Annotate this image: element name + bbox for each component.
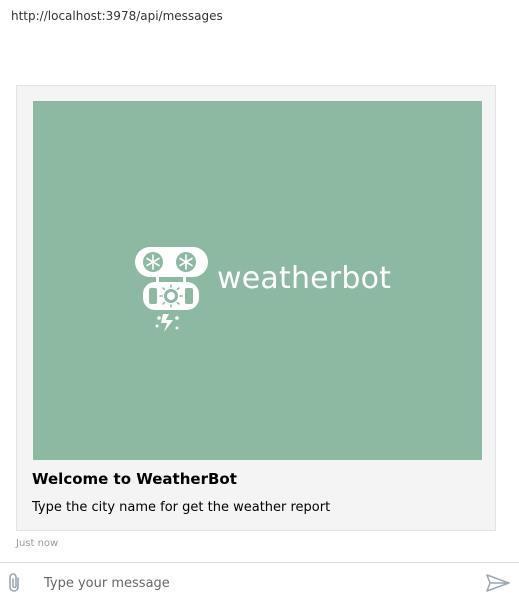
- card-text: Type the city name for get the weather r…: [32, 500, 331, 515]
- endpoint-url: http://localhost:3978/api/messages: [11, 9, 223, 23]
- hero-card: weatherbot Welcome to WeatherBot Type th…: [16, 85, 496, 531]
- hero-image: weatherbot: [33, 101, 482, 460]
- message-timestamp: Just now: [16, 538, 59, 549]
- message-composer: [0, 562, 519, 602]
- weatherbot-wordmark: weatherbot: [217, 261, 392, 296]
- card-title: Welcome to WeatherBot: [32, 470, 237, 488]
- paperclip-icon[interactable]: [6, 572, 24, 594]
- weatherbot-robot-logo-icon: [135, 247, 208, 332]
- message-input[interactable]: [44, 571, 464, 595]
- send-icon[interactable]: [486, 574, 510, 592]
